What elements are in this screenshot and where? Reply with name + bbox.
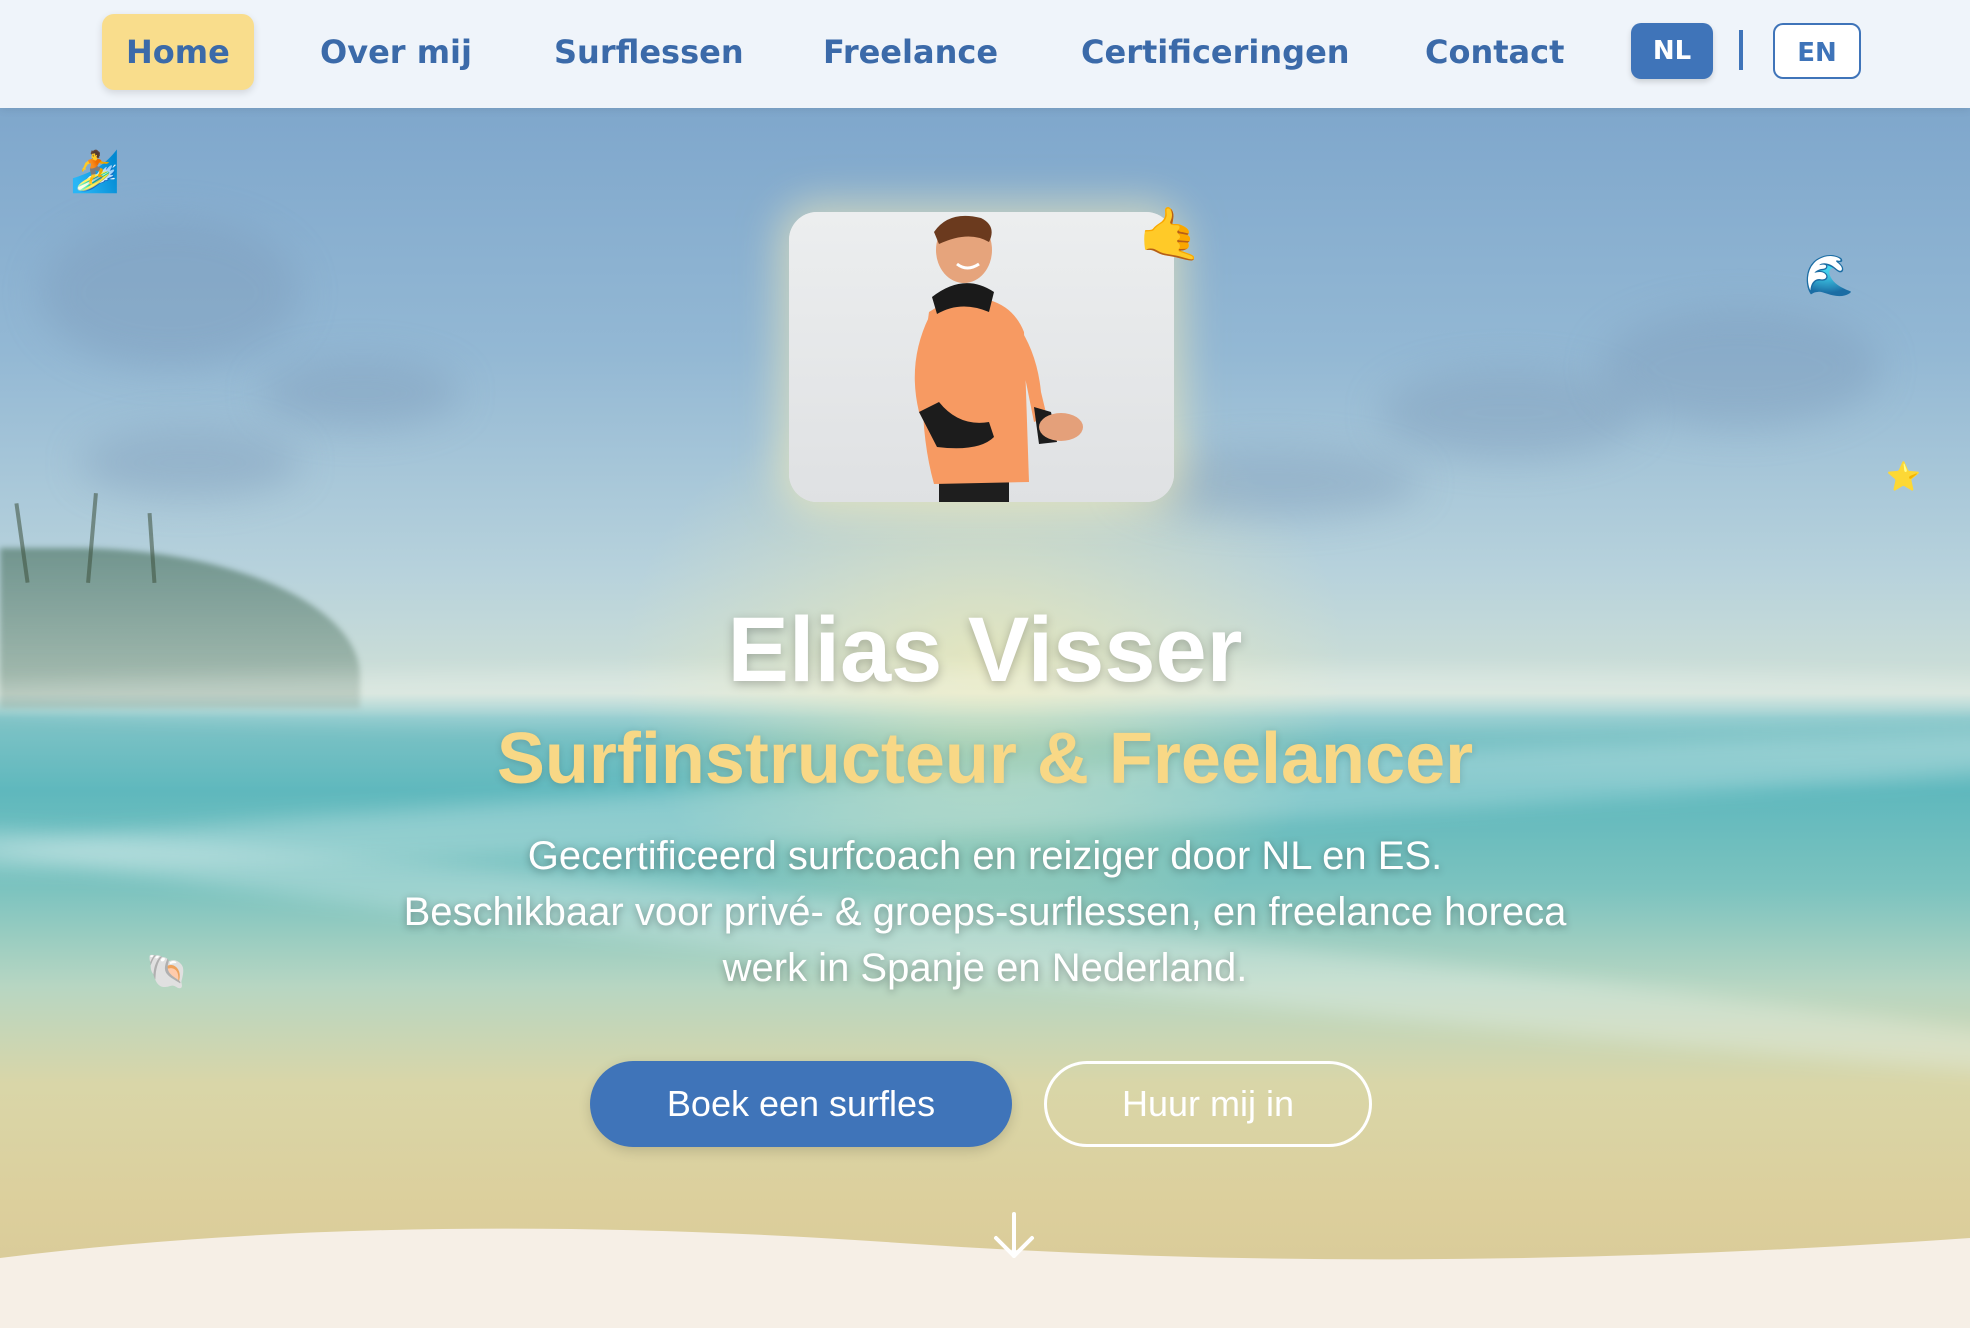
hero-name: Elias Visser xyxy=(727,599,1243,701)
cloud-decoration xyxy=(1600,308,1880,428)
nav-home[interactable]: Home xyxy=(102,14,254,90)
nav-contact[interactable]: Contact xyxy=(1401,14,1588,90)
shell-icon: 🐚 xyxy=(146,952,189,992)
cloud-decoration xyxy=(1380,368,1640,458)
hero-description-line: Gecertificeerd surfcoach en reiziger doo… xyxy=(527,834,1443,878)
surfer-icon: 🏄 xyxy=(70,149,120,195)
language-nl-button[interactable]: NL xyxy=(1631,23,1713,79)
sand-wave-divider xyxy=(0,1228,1970,1328)
cloud-decoration xyxy=(260,358,460,428)
arrow-down-icon[interactable] xyxy=(990,1210,1038,1262)
nav-certificeringen[interactable]: Certificeringen xyxy=(1057,14,1374,90)
hero-description-line: werk in Spanje en Nederland. xyxy=(722,946,1248,990)
hero-section: 🏄 🌊 ⭐ 🐚 🤙 Elias Visser Surfinstructeur &… xyxy=(0,108,1970,1328)
nav-surflessen[interactable]: Surflessen xyxy=(530,14,768,90)
profile-photo xyxy=(789,212,1174,502)
shaka-hand-icon: 🤙 xyxy=(1138,205,1203,265)
star-icon: ⭐ xyxy=(1886,460,1921,493)
hero-subtitle: Surfinstructeur & Freelancer xyxy=(496,719,1474,799)
book-surf-lesson-button[interactable]: Boek een surfles xyxy=(590,1061,1012,1147)
hero-description: Gecertificeerd surfcoach en reiziger doo… xyxy=(285,828,1685,996)
cloud-decoration xyxy=(40,218,300,368)
instructor-illustration xyxy=(789,212,1174,502)
hire-me-button[interactable]: Huur mij in xyxy=(1044,1061,1372,1147)
nav-over-mij[interactable]: Over mij xyxy=(296,14,496,90)
language-separator xyxy=(1739,30,1743,70)
nav-freelance[interactable]: Freelance xyxy=(799,14,1022,90)
hero-description-line: Beschikbaar voor privé- & groeps-surfles… xyxy=(403,890,1567,934)
wave-icon: 🌊 xyxy=(1804,253,1854,299)
top-navigation: Home Over mij Surflessen Freelance Certi… xyxy=(0,0,1970,108)
cloud-decoration xyxy=(80,428,300,498)
language-en-button[interactable]: EN xyxy=(1773,23,1861,79)
